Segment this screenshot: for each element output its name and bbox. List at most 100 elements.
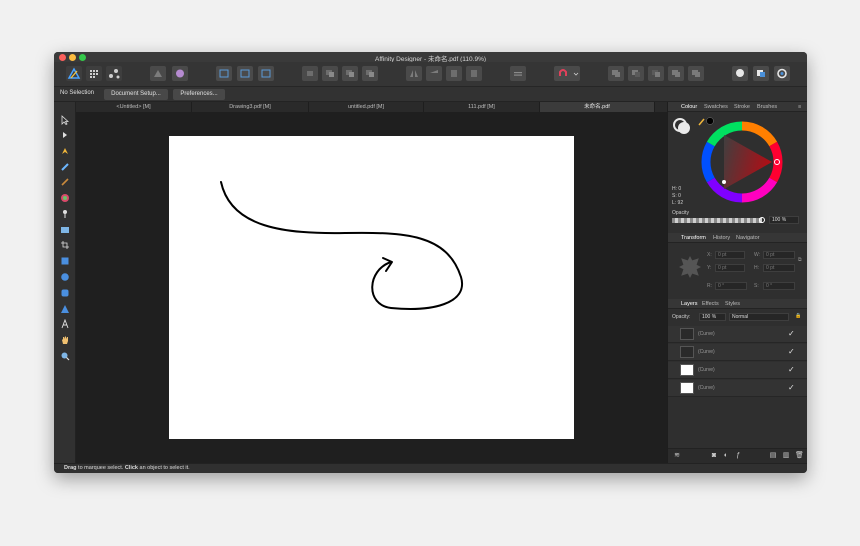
rotation-field[interactable]: 0 ° — [715, 282, 747, 290]
order-back-icon[interactable] — [322, 66, 338, 81]
adjustment-icon[interactable]: ◐ — [722, 452, 730, 460]
rounded-rectangle-tool-icon[interactable] — [58, 286, 72, 299]
mask-icon[interactable]: ◙ — [710, 452, 718, 460]
layer-row[interactable]: (Curve) ✓ — [668, 344, 807, 361]
layer-row[interactable]: (Curve) ✓ — [668, 380, 807, 397]
colour-wheel[interactable] — [700, 120, 784, 204]
drawn-curve[interactable] — [169, 136, 574, 439]
export-persona-icon[interactable] — [106, 66, 122, 81]
tab-history[interactable]: History — [713, 235, 730, 241]
layer-name: (Curve) — [698, 385, 715, 391]
add-layer-icon[interactable]: ▥ — [782, 452, 790, 460]
h-field[interactable]: 0 pt — [763, 264, 795, 272]
tab-layers[interactable]: Layers — [681, 301, 698, 307]
layer-name: (Curve) — [698, 331, 715, 337]
designer-persona-icon[interactable] — [66, 66, 82, 81]
document-tabs: <Untitled> [M] Drawing3.pdf [M] untitled… — [76, 102, 667, 112]
tab-untitled[interactable]: <Untitled> [M] — [76, 102, 192, 112]
layer-visibility-checkbox[interactable]: ✓ — [788, 329, 795, 338]
shear-field[interactable]: 0 ° — [763, 282, 795, 290]
pixel-persona-icon[interactable] — [86, 66, 102, 81]
tab-navigator[interactable]: Navigator — [736, 235, 760, 241]
anchor-point-icon[interactable] — [679, 256, 701, 278]
blend-mode-select[interactable]: Normal — [729, 313, 789, 321]
align-left-icon[interactable] — [216, 66, 232, 81]
tab-stroke[interactable]: Stroke — [734, 104, 750, 110]
opacity-slider[interactable] — [672, 218, 762, 223]
y-field[interactable]: 0 pt — [715, 264, 745, 272]
flip-vertical-icon[interactable] — [426, 66, 442, 81]
text-tool-icon[interactable] — [58, 317, 72, 330]
move-tool-icon[interactable] — [58, 113, 72, 126]
trash-icon[interactable]: 🗑 — [795, 452, 804, 460]
lock-icon[interactable]: 🔒 — [795, 313, 801, 319]
document-setup-button[interactable]: Document Setup... — [104, 89, 168, 100]
boolean-xor-icon[interactable] — [668, 66, 684, 81]
crop-tool-icon[interactable] — [58, 238, 72, 251]
layer-row[interactable]: (Curve) ✓ — [668, 362, 807, 379]
zoom-tool-icon[interactable] — [58, 349, 72, 362]
triangle-tool-icon[interactable] — [58, 302, 72, 315]
x-field[interactable]: 0 pt — [715, 251, 745, 259]
boolean-add-icon[interactable] — [608, 66, 624, 81]
arrange-icon[interactable] — [150, 66, 166, 81]
fill-stroke-swatch[interactable] — [672, 116, 696, 138]
document-page[interactable] — [169, 136, 574, 439]
opacity-slider-handle[interactable] — [759, 217, 765, 223]
node-tool-icon[interactable] — [58, 128, 72, 141]
stack-icon[interactable] — [753, 66, 769, 81]
pen-tool-icon[interactable] — [58, 144, 72, 157]
studio-panel: Colour Swatches Stroke Brushes ≡ H: 0 S:… — [667, 102, 807, 463]
layer-opacity-field[interactable]: 100 % — [699, 313, 726, 321]
colour-opacity-label: Opacity — [672, 210, 689, 216]
order-forward-icon[interactable] — [342, 66, 358, 81]
toolbar — [54, 62, 807, 87]
canvas-area[interactable] — [76, 112, 667, 463]
tab-transform[interactable]: Transform — [681, 235, 706, 241]
fill-tool-icon[interactable] — [58, 191, 72, 204]
chat-icon[interactable] — [732, 66, 748, 81]
flip-horizontal-icon[interactable] — [406, 66, 422, 81]
align-center-icon[interactable] — [237, 66, 253, 81]
tab-effects[interactable]: Effects — [702, 301, 719, 307]
snapping-magnet-button[interactable] — [554, 66, 580, 81]
add-group-icon[interactable]: ▤ — [769, 452, 777, 460]
tab-brushes[interactable]: Brushes — [757, 104, 777, 110]
layer-visibility-checkbox[interactable]: ✓ — [788, 365, 795, 374]
hand-tool-icon[interactable] — [58, 333, 72, 346]
w-field[interactable]: 0 pt — [763, 251, 795, 259]
tab-swatches[interactable]: Swatches — [704, 104, 728, 110]
boolean-intersect-icon[interactable] — [648, 66, 664, 81]
preferences-button[interactable]: Preferences... — [173, 89, 225, 100]
tab-untitled-pdf[interactable]: untitled.pdf [M] — [309, 102, 424, 112]
align-right-icon[interactable] — [258, 66, 274, 81]
tab-colour[interactable]: Colour — [681, 104, 697, 110]
fx-icon[interactable]: ƒ — [734, 452, 742, 460]
ellipse-tool-icon[interactable] — [58, 270, 72, 283]
transparency-tool-icon[interactable] — [58, 207, 72, 220]
tab-active-document[interactable]: 未命名.pdf — [540, 102, 655, 112]
sync-icon[interactable] — [774, 66, 790, 81]
rectangle-tool-icon[interactable] — [58, 254, 72, 267]
tab-drawing3[interactable]: Drawing3.pdf [M] — [192, 102, 309, 112]
link-icon[interactable]: ⧉ — [798, 257, 802, 263]
snapping-icon[interactable] — [302, 66, 318, 81]
layer-visibility-checkbox[interactable]: ✓ — [788, 383, 795, 392]
boolean-divide-icon[interactable] — [688, 66, 704, 81]
pencil-tool-icon[interactable] — [58, 160, 72, 173]
vector-brush-tool-icon[interactable] — [58, 175, 72, 188]
boolean-menu-icon[interactable] — [510, 66, 526, 81]
rotate-right-icon[interactable] — [466, 66, 482, 81]
place-image-tool-icon[interactable] — [58, 223, 72, 236]
tab-styles[interactable]: Styles — [725, 301, 740, 307]
order-front-icon[interactable] — [362, 66, 378, 81]
rotate-left-icon[interactable] — [446, 66, 462, 81]
layer-visibility-checkbox[interactable]: ✓ — [788, 347, 795, 356]
layers-stack-icon[interactable]: ≋ — [673, 452, 681, 460]
layer-row[interactable]: (Curve) ✓ — [668, 326, 807, 343]
colour-opacity-field[interactable]: 100 % — [769, 216, 799, 224]
panel-menu-icon[interactable]: ≡ — [798, 104, 801, 110]
tab-111[interactable]: 111.pdf [M] — [424, 102, 540, 112]
boolean-subtract-icon[interactable] — [628, 66, 644, 81]
insert-icon[interactable] — [172, 66, 188, 81]
